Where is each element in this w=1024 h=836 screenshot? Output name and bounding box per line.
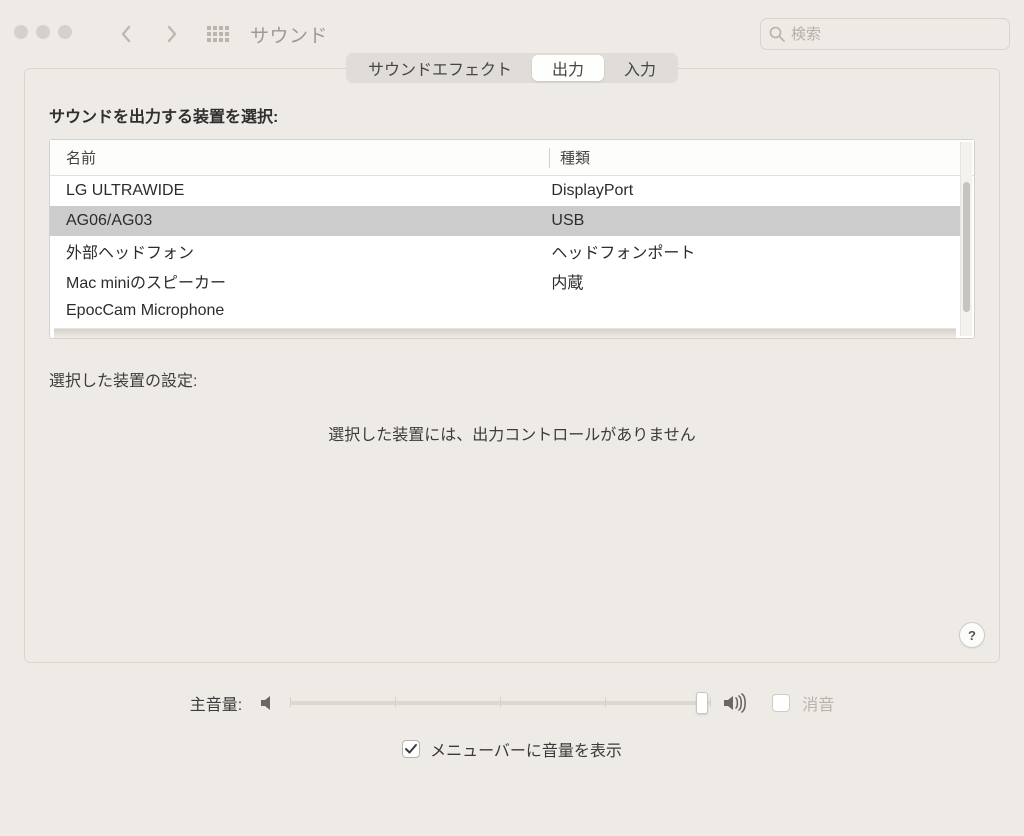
device-type: 内蔵 bbox=[541, 269, 960, 293]
sound-panel: サウンドエフェクト 出力 入力 サウンドを出力する装置を選択: 名前 種類 LG… bbox=[24, 68, 1000, 663]
tab-output[interactable]: 出力 bbox=[532, 55, 604, 81]
forward-button[interactable] bbox=[152, 16, 192, 52]
table-row[interactable]: AG06/AG03USB bbox=[50, 206, 960, 236]
device-name: AG06/AG03 bbox=[50, 212, 541, 230]
tab-input[interactable]: 入力 bbox=[604, 55, 676, 81]
column-type[interactable]: 種類 bbox=[550, 147, 974, 168]
chevron-left-icon bbox=[119, 24, 133, 44]
show-all-prefs-button[interactable] bbox=[198, 16, 238, 52]
search-input[interactable] bbox=[791, 26, 1001, 43]
output-device-table: 名前 種類 LG ULTRAWIDEDisplayPortAG06/AG03US… bbox=[49, 139, 975, 339]
window-traffic-lights bbox=[14, 25, 72, 39]
mute-label: 消音 bbox=[802, 691, 834, 715]
close-window-button[interactable] bbox=[14, 25, 28, 39]
grid-icon bbox=[207, 26, 229, 42]
table-row[interactable]: Mac miniのスピーカー内蔵 bbox=[50, 266, 960, 296]
mute-checkbox[interactable] bbox=[772, 694, 790, 712]
speaker-low-icon bbox=[258, 693, 278, 713]
table-row[interactable]: EpocCam Microphone bbox=[50, 296, 960, 326]
show-volume-menubar-row: メニューバーに音量を表示 bbox=[40, 737, 984, 761]
no-output-controls-message: 選択した装置には、出力コントロールがありません bbox=[25, 411, 999, 485]
help-button[interactable]: ? bbox=[959, 622, 985, 648]
show-volume-menubar-checkbox[interactable] bbox=[402, 740, 420, 758]
device-type: ヘッドフォンポート bbox=[541, 239, 960, 263]
window-title: サウンド bbox=[250, 21, 328, 48]
horizontal-scrollbar[interactable] bbox=[54, 328, 956, 338]
vertical-scrollbar[interactable] bbox=[960, 142, 972, 336]
speaker-high-icon bbox=[722, 693, 746, 713]
device-name: 外部ヘッドフォン bbox=[50, 239, 541, 263]
sound-tabs: サウンドエフェクト 出力 入力 bbox=[346, 53, 678, 83]
output-volume-slider[interactable] bbox=[290, 691, 710, 715]
table-header: 名前 種類 bbox=[50, 140, 974, 176]
chevron-right-icon bbox=[165, 24, 179, 44]
minimize-window-button[interactable] bbox=[36, 25, 50, 39]
output-volume-label: 主音量: bbox=[190, 691, 242, 715]
device-name: Mac miniのスピーカー bbox=[50, 269, 541, 293]
search-icon bbox=[769, 26, 785, 42]
table-row[interactable]: LG ULTRAWIDEDisplayPort bbox=[50, 176, 960, 206]
tab-sound-effects[interactable]: サウンドエフェクト bbox=[348, 55, 532, 81]
search-field[interactable] bbox=[760, 18, 1010, 50]
table-row[interactable]: 外部ヘッドフォンヘッドフォンポート bbox=[50, 236, 960, 266]
device-type: DisplayPort bbox=[541, 182, 960, 200]
device-name: EpocCam Microphone bbox=[50, 302, 541, 320]
device-name: LG ULTRAWIDE bbox=[50, 182, 541, 200]
scrollbar-thumb[interactable] bbox=[963, 182, 970, 312]
zoom-window-button[interactable] bbox=[58, 25, 72, 39]
output-volume-row: 主音量: 消音 bbox=[40, 691, 984, 715]
device-settings-heading: 選択した装置の設定: bbox=[25, 339, 999, 411]
volume-slider-thumb[interactable] bbox=[696, 692, 708, 714]
column-name[interactable]: 名前 bbox=[50, 147, 549, 168]
back-button[interactable] bbox=[106, 16, 146, 52]
show-volume-menubar-label: メニューバーに音量を表示 bbox=[430, 737, 622, 761]
footer: 主音量: 消音 メニュ bbox=[0, 663, 1024, 761]
check-icon bbox=[404, 742, 418, 756]
device-type: USB bbox=[541, 212, 960, 230]
